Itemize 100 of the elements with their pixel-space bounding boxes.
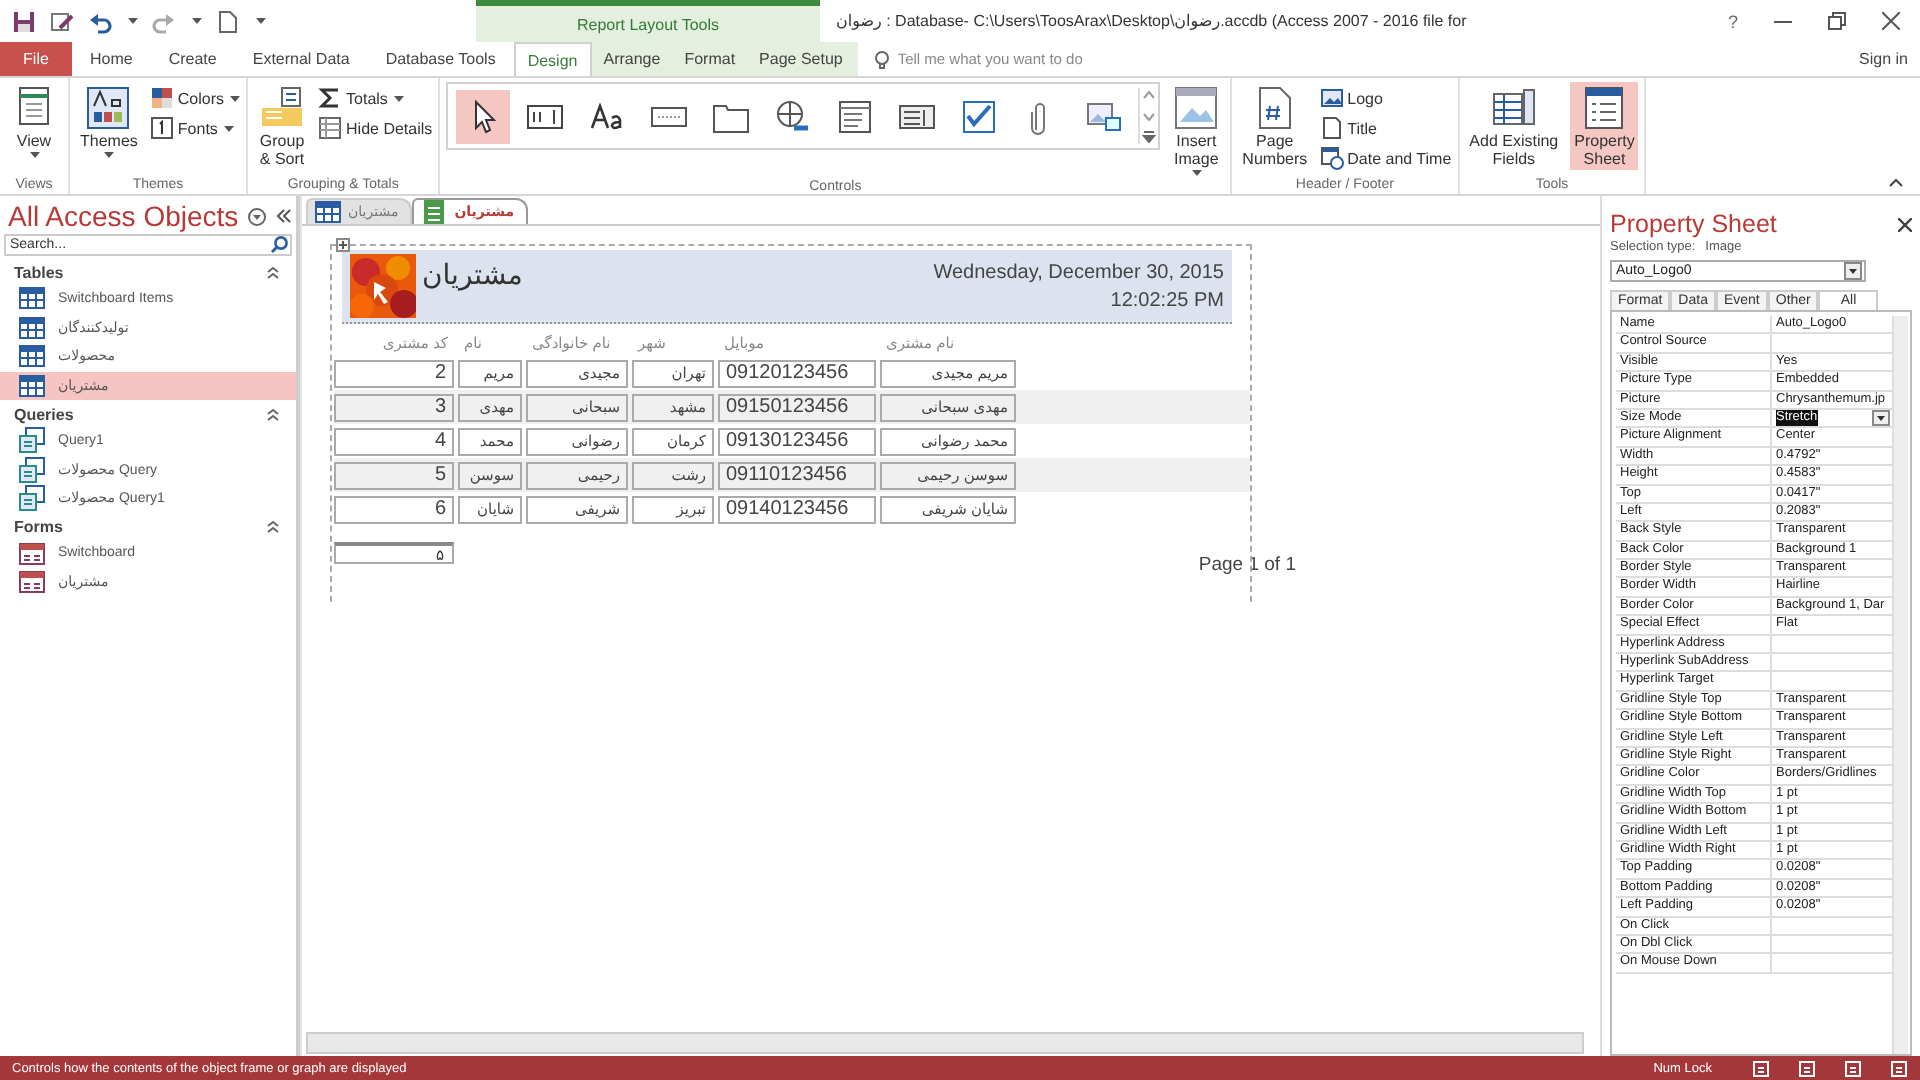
- table-cell: 3: [334, 393, 454, 421]
- form-icon: [18, 539, 46, 568]
- ribbon-tab[interactable]: Format: [672, 42, 748, 76]
- ribbon-command[interactable]: Colors: [149, 86, 241, 110]
- table-cell: 5: [334, 461, 454, 489]
- table-icon: [18, 284, 46, 313]
- ribbon-command[interactable]: Hide Details: [318, 116, 433, 140]
- more-icon[interactable]: [1142, 130, 1157, 144]
- section-header[interactable]: Queries: [14, 405, 266, 423]
- section-header[interactable]: Tables: [14, 263, 266, 281]
- query-icon: [18, 426, 46, 455]
- themes-button[interactable]: Themes: [76, 82, 142, 162]
- ribbon-command[interactable]: Logo: [1319, 86, 1452, 110]
- close-icon[interactable]: [1882, 12, 1900, 30]
- table-icon: [314, 198, 342, 226]
- table-icon: [18, 313, 46, 342]
- ribbon-tab[interactable]: File: [0, 42, 72, 76]
- themes-icon: [84, 84, 133, 132]
- ribbon-command[interactable]: Totals: [318, 86, 433, 110]
- print-preview-icon[interactable]: [1798, 1059, 1816, 1077]
- table-cell: 2: [334, 359, 454, 387]
- page-number-button[interactable]: Page Numbers: [1238, 82, 1312, 170]
- caret-icon[interactable]: [104, 150, 115, 160]
- logo-picture-icon: [1319, 86, 1344, 110]
- collapse-pane-icon[interactable]: [276, 208, 293, 224]
- image-button[interactable]: Insert Image: [1168, 82, 1225, 180]
- caret-icon[interactable]: [223, 123, 234, 133]
- design-view-icon[interactable]: [1890, 1059, 1908, 1077]
- table-cell: 09120123456: [718, 359, 876, 387]
- context-tab-label: Report Layout Tools: [576, 15, 719, 33]
- scrollbar[interactable]: [1892, 316, 1908, 1054]
- undo-icon[interactable]: [88, 9, 112, 33]
- report-date: Wednesday, December 30, 2015: [933, 261, 1224, 283]
- ribbon-command[interactable]: Fonts: [149, 116, 241, 140]
- report-view-icon[interactable]: [1752, 1059, 1770, 1077]
- color-swatch-icon: [149, 86, 174, 110]
- ribbon-command[interactable]: Date and Time: [1319, 146, 1452, 170]
- caret-icon[interactable]: [192, 16, 202, 26]
- section-header[interactable]: Forms: [14, 518, 266, 536]
- title-document-icon: [1319, 116, 1344, 140]
- ribbon-tab[interactable]: Database Tools: [367, 42, 514, 76]
- collapse-ribbon-icon[interactable]: [1888, 176, 1904, 188]
- table-icon: [18, 371, 46, 400]
- sigma-icon: [318, 86, 343, 110]
- collapse-section-icon[interactable]: [266, 265, 280, 279]
- scroll-down-icon[interactable]: [1142, 109, 1157, 123]
- table-cell: 09150123456: [718, 393, 876, 421]
- layout-view-icon[interactable]: [1844, 1059, 1862, 1077]
- caret-icon[interactable]: [1192, 168, 1203, 178]
- collapse-section-icon[interactable]: [266, 407, 280, 421]
- report-title: مشتریان: [422, 258, 523, 292]
- lightbulb-icon: [873, 49, 890, 69]
- close-icon[interactable]: [1898, 217, 1912, 231]
- query-icon: [18, 484, 46, 513]
- image-icon: [1172, 84, 1221, 132]
- ribbon-tab[interactable]: Home: [72, 42, 151, 76]
- caret-icon[interactable]: [30, 150, 40, 160]
- table-icon: [18, 342, 46, 371]
- ribbon-command[interactable]: Title: [1319, 116, 1452, 140]
- font-box-icon: [149, 116, 174, 140]
- property-sheet-icon: [1580, 84, 1629, 132]
- sign-in-link[interactable]: Sign in: [1859, 50, 1920, 68]
- ribbon-tab[interactable]: Page Setup: [747, 42, 855, 76]
- table-cell: 4: [334, 427, 454, 455]
- dropdown-arrow-icon[interactable]: [1872, 410, 1890, 427]
- pane-title: Property Sheet: [1610, 210, 1777, 238]
- help-button[interactable]: ?: [1727, 11, 1738, 31]
- report-time: 12:02:25 PM: [1110, 289, 1224, 311]
- query-icon: [18, 455, 46, 484]
- pencil-icon[interactable]: [50, 9, 74, 33]
- field-list-button[interactable]: Add Existing Fields: [1465, 82, 1563, 170]
- document-icon[interactable]: [216, 9, 240, 33]
- report-icon: [420, 198, 449, 226]
- hide-details-icon: [318, 116, 343, 140]
- dropdown-circle-icon[interactable]: [248, 207, 267, 225]
- group-sort-button[interactable]: Group & Sort: [254, 82, 311, 170]
- ribbon-tab[interactable]: Design: [513, 42, 592, 76]
- ribbon-tab[interactable]: Arrange: [591, 42, 673, 76]
- collapse-section-icon[interactable]: [266, 520, 280, 534]
- caret-icon[interactable]: [128, 16, 138, 26]
- ribbon-tab[interactable]: Create: [150, 42, 235, 76]
- table-cell: 6: [334, 495, 454, 523]
- pane-title: All Access Objects: [8, 200, 239, 232]
- cursor-icon[interactable]: [456, 89, 511, 143]
- move-handle-icon[interactable]: [336, 238, 350, 252]
- clock-calendar-icon: [1319, 146, 1344, 170]
- scrollbar[interactable]: [306, 1032, 1584, 1054]
- table-cell: 09130123456: [718, 427, 876, 455]
- ribbon-tab[interactable]: External Data: [234, 42, 368, 76]
- property-sheet-button[interactable]: Property Sheet: [1570, 82, 1639, 170]
- form-icon: [18, 568, 46, 597]
- scroll-up-icon[interactable]: [1142, 88, 1157, 102]
- window-title: رضوان : Database- C:\Users\ToosArax\Desktop\رضوان.accdb (Access 2007 - 2016 file for: [834, 12, 1469, 30]
- restore-icon[interactable]: [1828, 12, 1846, 30]
- caret-icon[interactable]: [256, 16, 266, 26]
- save-icon[interactable]: [12, 9, 36, 33]
- search-icon[interactable]: [270, 236, 288, 254]
- view-button[interactable]: View: [6, 82, 62, 162]
- caret-icon[interactable]: [393, 93, 404, 103]
- caret-icon[interactable]: [230, 93, 241, 103]
